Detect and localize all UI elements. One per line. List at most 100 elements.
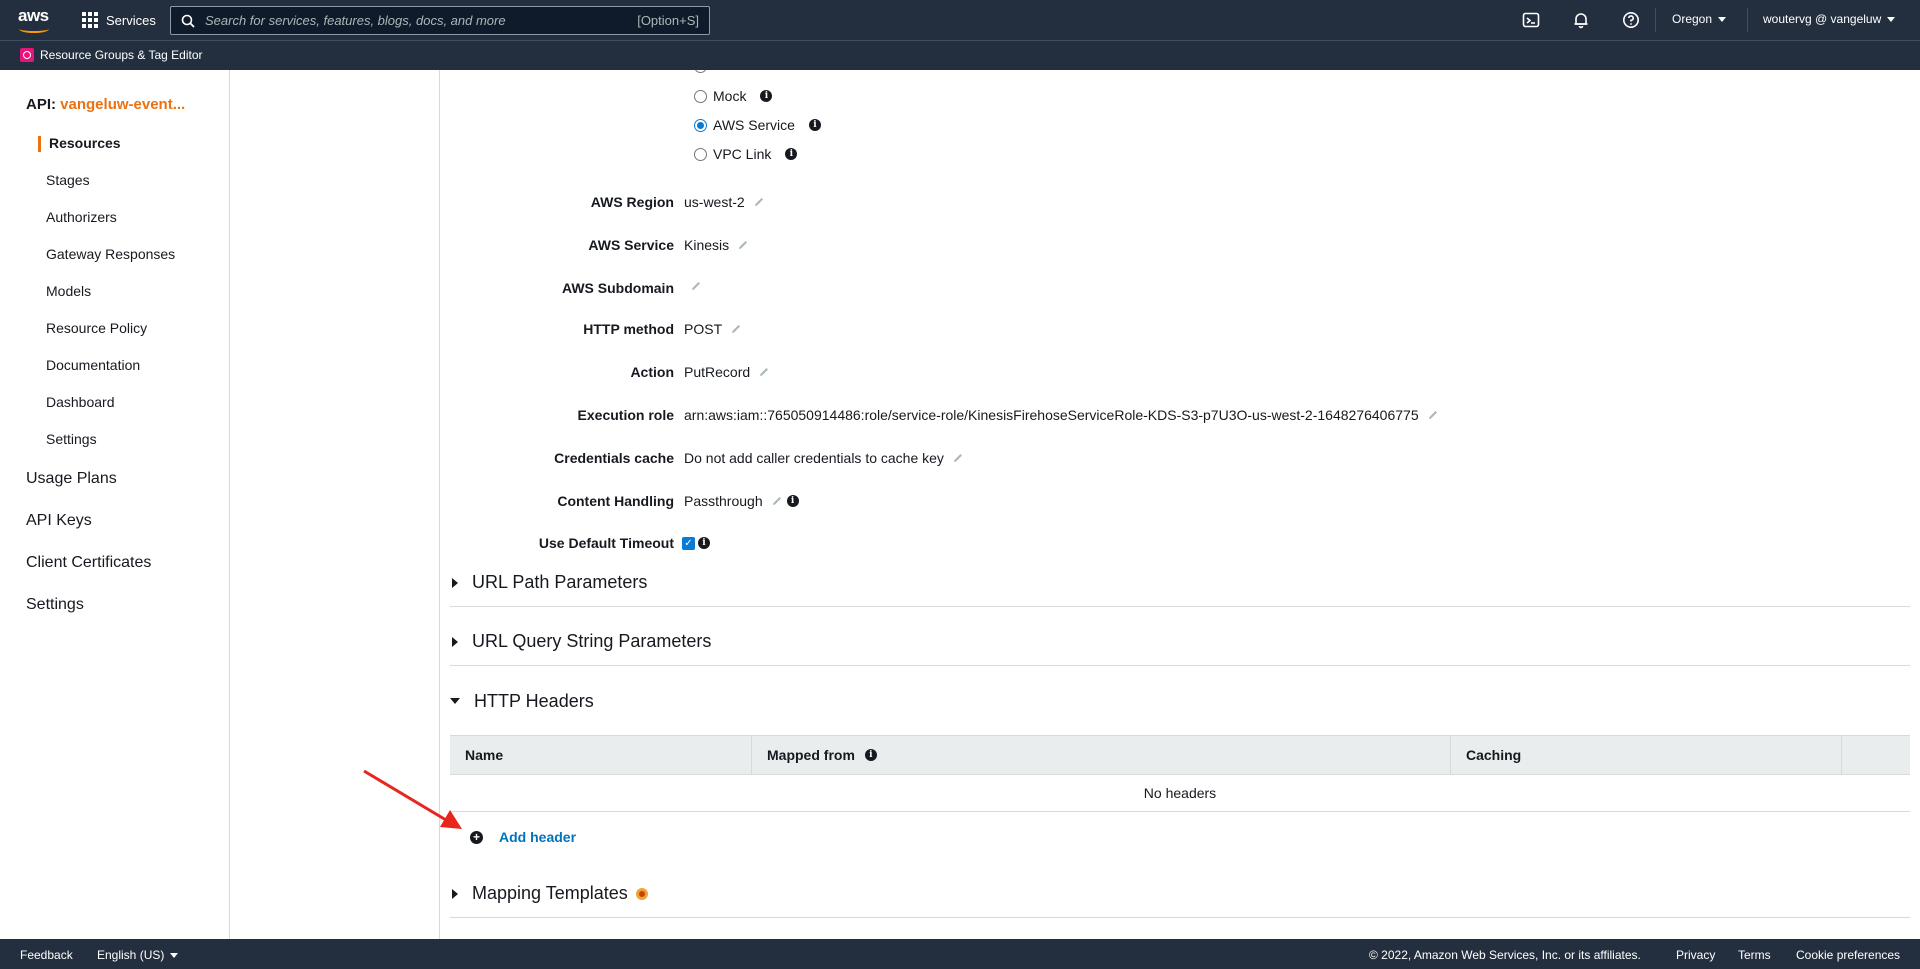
caret-down-icon — [450, 698, 460, 704]
info-icon[interactable]: i — [786, 495, 799, 507]
sidebar-item-api-keys[interactable]: API Keys — [26, 512, 92, 530]
field-credentials-cache: Credentials cache Do not add caller cred… — [440, 450, 1920, 466]
account-menu[interactable]: woutervg @ vangeluw — [1763, 12, 1896, 26]
search-bar[interactable]: [Option+S] — [170, 6, 710, 35]
pencil-edit-icon[interactable] — [690, 280, 702, 292]
radio-mock[interactable]: Mock i — [694, 88, 773, 104]
field-value: Kinesis — [684, 237, 730, 253]
pencil-edit-icon[interactable] — [1427, 409, 1439, 421]
field-aws-region: AWS Region us-west-2 — [440, 194, 1920, 210]
pencil-edit-icon[interactable] — [737, 239, 749, 251]
api-title-prefix: API: — [26, 96, 56, 113]
notifications-bell-icon[interactable] — [1572, 11, 1590, 29]
field-content-handling: Content Handling Passthrough i — [440, 493, 1920, 509]
radio-button[interactable] — [694, 70, 707, 73]
section-title: HTTP Headers — [474, 690, 594, 711]
cloudshell-icon[interactable] — [1522, 11, 1540, 29]
region-selector[interactable]: Oregon — [1672, 12, 1727, 26]
field-label: Action — [630, 364, 674, 380]
search-input[interactable] — [205, 13, 625, 28]
api-title[interactable]: API: vangeluw-event... — [26, 96, 185, 113]
sidebar-item-api-settings[interactable]: Settings — [26, 596, 84, 614]
help-icon[interactable] — [1622, 11, 1640, 29]
left-sidebar: API: vangeluw-event... Resources Stages … — [0, 70, 230, 939]
sidebar-item-resource-policy[interactable]: Resource Policy — [46, 320, 147, 336]
radio-aws-service[interactable]: AWS Service i — [694, 117, 821, 133]
language-selector[interactable]: English (US) — [97, 948, 179, 962]
active-indicator — [38, 136, 41, 152]
table-empty-row: No headers — [450, 775, 1910, 812]
field-label: HTTP method — [583, 321, 674, 337]
sidebar-item-client-certificates[interactable]: Client Certificates — [26, 554, 151, 572]
footer-bar: Feedback English (US) © 2022, Amazon Web… — [0, 939, 1920, 969]
sidebar-item-gateway-responses[interactable]: Gateway Responses — [46, 246, 175, 262]
services-menu-button[interactable]: Services — [82, 10, 156, 30]
pencil-edit-icon[interactable] — [952, 452, 964, 464]
feedback-link[interactable]: Feedback — [20, 948, 73, 962]
caret-right-icon — [452, 636, 458, 647]
http-headers-table: Name Mapped from i Caching No headers — [450, 735, 1910, 812]
field-aws-service: AWS Service Kinesis — [440, 237, 1920, 253]
field-use-default-timeout: Use Default Timeout ✓ i — [440, 535, 1920, 551]
sidebar-item-models[interactable]: Models — [46, 283, 91, 299]
caret-down-icon — [1887, 16, 1896, 22]
radio-button-checked[interactable] — [694, 118, 707, 132]
info-icon[interactable]: i — [760, 90, 773, 102]
sidebar-item-stages[interactable]: Stages — [46, 172, 90, 188]
pencil-edit-icon[interactable] — [771, 495, 783, 507]
status-dot-icon — [635, 887, 648, 900]
radio-label: AWS Service — [713, 117, 795, 133]
privacy-link[interactable]: Privacy — [1676, 948, 1715, 962]
pencil-edit-icon[interactable] — [758, 366, 770, 378]
info-icon[interactable]: i — [785, 148, 798, 160]
section-url-query-string-parameters[interactable]: URL Query String Parameters — [450, 618, 1910, 666]
field-value: arn:aws:iam::765050914486:role/service-r… — [684, 407, 1419, 423]
info-icon[interactable]: i — [808, 119, 821, 131]
nav-divider — [1655, 8, 1656, 32]
radio-label: Mock — [713, 88, 747, 104]
field-value: Passthrough — [684, 493, 763, 509]
info-icon[interactable]: i — [864, 749, 877, 761]
sidebar-item-resources[interactable]: Resources — [49, 135, 121, 151]
pencil-edit-icon[interactable] — [730, 323, 742, 335]
info-icon[interactable]: i — [698, 537, 710, 549]
sidebar-item-settings[interactable]: Settings — [46, 431, 97, 447]
radio-button[interactable] — [694, 89, 707, 103]
radio-http-partial[interactable] — [694, 70, 707, 73]
grid-icon — [82, 12, 98, 28]
column-header-mapped-from: Mapped from i — [752, 736, 1451, 774]
region-label: Oregon — [1672, 12, 1713, 26]
sidebar-item-documentation[interactable]: Documentation — [46, 357, 140, 373]
field-label: AWS Region — [590, 194, 674, 210]
add-header-button[interactable]: + Add header — [470, 829, 576, 845]
field-label: Content Handling — [557, 493, 674, 509]
default-timeout-checkbox[interactable]: ✓ — [682, 536, 695, 550]
pencil-edit-icon[interactable] — [753, 196, 765, 208]
plus-circle-icon: + — [470, 830, 483, 844]
section-http-headers[interactable]: HTTP Headers — [450, 677, 1910, 725]
empty-state-text: No headers — [1143, 785, 1217, 801]
caret-down-icon — [170, 952, 179, 958]
section-url-path-parameters[interactable]: URL Path Parameters — [450, 559, 1910, 607]
field-label: AWS Subdomain — [562, 280, 674, 296]
section-title: Mapping Templates — [472, 883, 628, 903]
aws-smile-icon — [19, 25, 49, 33]
cookie-preferences-link[interactable]: Cookie preferences — [1796, 948, 1900, 962]
sidebar-item-dashboard[interactable]: Dashboard — [46, 394, 115, 410]
radio-vpc-link[interactable]: VPC Link i — [694, 146, 798, 162]
search-shortcut-hint: [Option+S] — [637, 13, 699, 28]
language-label: English (US) — [97, 948, 165, 962]
resource-groups-icon — [20, 48, 34, 62]
resource-groups-link[interactable]: Resource Groups & Tag Editor — [20, 48, 203, 62]
nav-divider — [1747, 8, 1748, 32]
section-mapping-templates[interactable]: Mapping Templates — [450, 870, 1910, 918]
caret-down-icon — [1718, 16, 1727, 22]
sidebar-item-authorizers[interactable]: Authorizers — [46, 209, 117, 225]
sidebar-item-usage-plans[interactable]: Usage Plans — [26, 470, 117, 488]
aws-logo[interactable]: aws — [18, 6, 52, 34]
radio-button[interactable] — [694, 147, 707, 161]
column-header-actions — [1842, 736, 1910, 774]
favorites-bar: Resource Groups & Tag Editor — [0, 40, 1920, 70]
terms-link[interactable]: Terms — [1738, 948, 1771, 962]
api-name: vangeluw-event... — [60, 96, 186, 113]
